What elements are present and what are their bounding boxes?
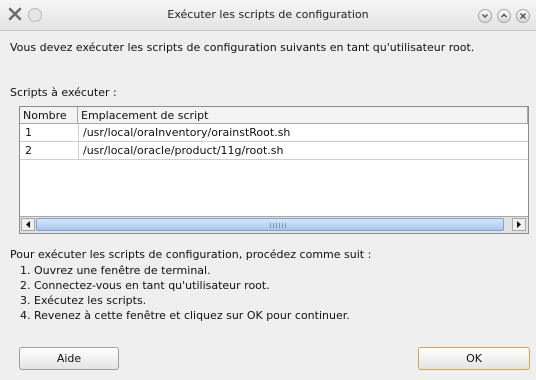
horizontal-scrollbar[interactable] (20, 216, 528, 233)
chevron-down-icon (481, 13, 489, 19)
list-item: 4. Revenez à cette fenêtre et cliquez su… (20, 309, 350, 322)
scripts-table[interactable]: Nombre Emplacement de script 1 /usr/loca… (19, 106, 529, 234)
title-bar: Exécuter les scripts de configuration (0, 0, 536, 31)
column-header-location[interactable]: Emplacement de script (78, 107, 528, 124)
scroll-left-button[interactable] (21, 218, 35, 231)
scroll-right-button[interactable] (512, 218, 526, 231)
help-button[interactable]: Aide (19, 347, 119, 370)
scripts-label: Scripts à exécuter : (10, 86, 117, 99)
script-path: /usr/local/oracle/product/11g/root.sh (83, 144, 284, 157)
window-title: Exécuter les scripts de configuration (167, 8, 369, 21)
row-divider (20, 159, 528, 160)
column-divider (78, 124, 79, 160)
list-item: 2. Connectez-vous en tant qu'utilisateur… (20, 279, 270, 292)
table-row[interactable]: 1 /usr/local/oraInventory/orainstRoot.sh (20, 124, 528, 141)
maximize-button[interactable] (497, 9, 511, 23)
chevron-up-icon (500, 13, 508, 18)
ok-button[interactable]: OK (418, 347, 530, 370)
arrow-left-icon (26, 221, 30, 228)
row-number: 2 (25, 144, 32, 157)
minimize-button[interactable] (478, 9, 492, 23)
grip-icon (270, 223, 288, 228)
close-button[interactable] (516, 9, 530, 23)
row-number: 1 (25, 126, 32, 139)
intro-text: Vous devez exécuter les scripts de confi… (10, 41, 475, 54)
instructions-heading: Pour exécuter les scripts de configurati… (10, 248, 372, 261)
arrow-right-icon (517, 221, 521, 228)
list-item: 3. Exécutez les scripts. (20, 294, 147, 307)
script-path: /usr/local/oraInventory/orainstRoot.sh (83, 126, 291, 139)
scrollbar-thumb[interactable] (36, 218, 504, 231)
close-icon (519, 12, 527, 20)
table-row[interactable]: 2 /usr/local/oracle/product/11g/root.sh (20, 142, 528, 159)
instructions-list: 1. Ouvrez une fenêtre de terminal. 2. Co… (20, 263, 350, 323)
list-item: 1. Ouvrez une fenêtre de terminal. (20, 264, 211, 277)
column-header-number[interactable]: Nombre (20, 107, 78, 124)
